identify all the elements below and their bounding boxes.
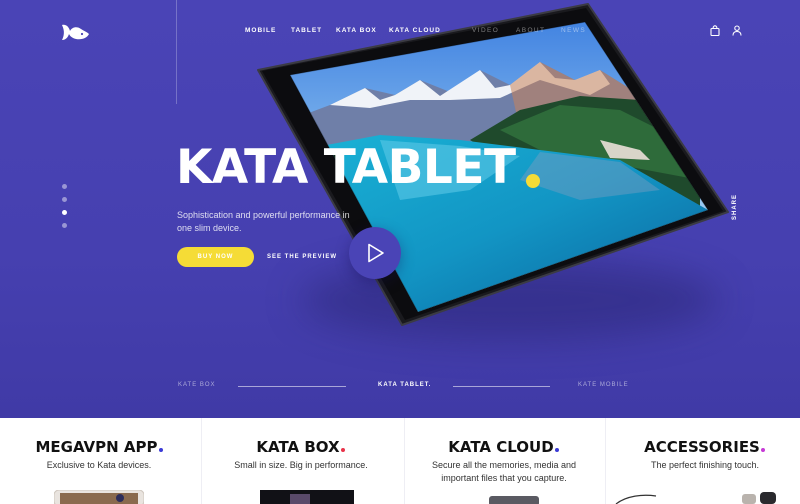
slide-dot-4[interactable]	[62, 223, 67, 228]
card-title: KATA BOX	[202, 438, 399, 456]
nav-kata-cloud[interactable]: KATA CLOUD	[389, 27, 441, 34]
slider-line-right	[453, 386, 550, 387]
tv-image	[260, 490, 354, 504]
share-button[interactable]: SHARE	[728, 194, 748, 222]
hero-subtitle: Sophistication and powerful performance …	[177, 210, 350, 233]
accessories-image	[615, 492, 776, 504]
title-dot	[554, 448, 559, 452]
card-description: Exclusive to Kata devices.	[46, 460, 152, 470]
buy-now-label: BUY NOW	[197, 254, 234, 260]
slider-nav: KATE BOX KATA TABLET. KATE MOBILE	[0, 382, 800, 394]
nav-tablet[interactable]: TABLET	[291, 27, 322, 34]
card-kata-cloud[interactable]: KATA CLOUD Secure all the memories, medi…	[404, 418, 602, 504]
play-icon	[368, 243, 384, 263]
slide-dots	[62, 184, 68, 230]
share-label: SHARE	[732, 193, 739, 221]
user-icon[interactable]	[732, 25, 742, 36]
see-preview-link[interactable]: SEE THE PREVIEW	[267, 254, 337, 260]
slider-prev-label[interactable]: KATE BOX	[178, 382, 216, 388]
main-nav: MOBILE TABLET KATA BOX KATA CLOUD VIDEO …	[0, 27, 800, 39]
card-description: Small in size. Big in performance.	[234, 460, 368, 470]
nav-video[interactable]: VIDEO	[472, 27, 499, 34]
buy-now-button[interactable]: BUY NOW	[177, 247, 254, 267]
nav-mobile[interactable]: MOBILE	[245, 27, 276, 34]
nav-kata-box[interactable]: KATA BOX	[336, 27, 377, 34]
feature-cards: MEGAVPN APP Exclusive to Kata devices. K…	[0, 418, 800, 504]
card-description: The perfect finishing touch.	[650, 460, 760, 470]
slider-current-label: KATA TABLET.	[378, 382, 432, 388]
title-dot	[340, 448, 345, 452]
card-description: Secure all the memories, media and impor…	[431, 460, 577, 483]
title-dot	[760, 448, 765, 452]
card-title: KATA CLOUD	[405, 438, 602, 456]
slide-dot-3[interactable]	[62, 210, 67, 215]
hero-title: KATA TABLET	[176, 140, 516, 195]
slide-dot-2[interactable]	[62, 197, 67, 202]
slider-next-label[interactable]: KATE MOBILE	[578, 382, 629, 388]
tablet-illustration	[0, 0, 800, 418]
card-accessories[interactable]: ACCESSORIES The perfect finishing touch.	[605, 418, 800, 504]
slide-dot-1[interactable]	[62, 184, 67, 189]
nav-news[interactable]: NEWS	[561, 27, 586, 34]
slider-line-left	[238, 386, 346, 387]
card-kata-box[interactable]: KATA BOX Small in size. Big in performan…	[201, 418, 399, 504]
title-accent-dot	[526, 174, 540, 188]
cloud-drive-image	[489, 496, 539, 504]
play-video-button[interactable]	[349, 227, 401, 279]
card-megavpn[interactable]: MEGAVPN APP Exclusive to Kata devices.	[0, 418, 198, 504]
header-divider	[176, 0, 177, 104]
tablet-image	[257, 3, 729, 326]
title-dot	[158, 448, 163, 452]
hero-section: MOBILE TABLET KATA BOX KATA CLOUD VIDEO …	[0, 0, 800, 418]
nav-about[interactable]: ABOUT	[516, 27, 545, 34]
card-title: ACCESSORIES	[606, 438, 800, 456]
bag-icon[interactable]	[710, 25, 720, 36]
card-title: MEGAVPN APP	[0, 438, 198, 456]
phone-image	[54, 490, 144, 504]
